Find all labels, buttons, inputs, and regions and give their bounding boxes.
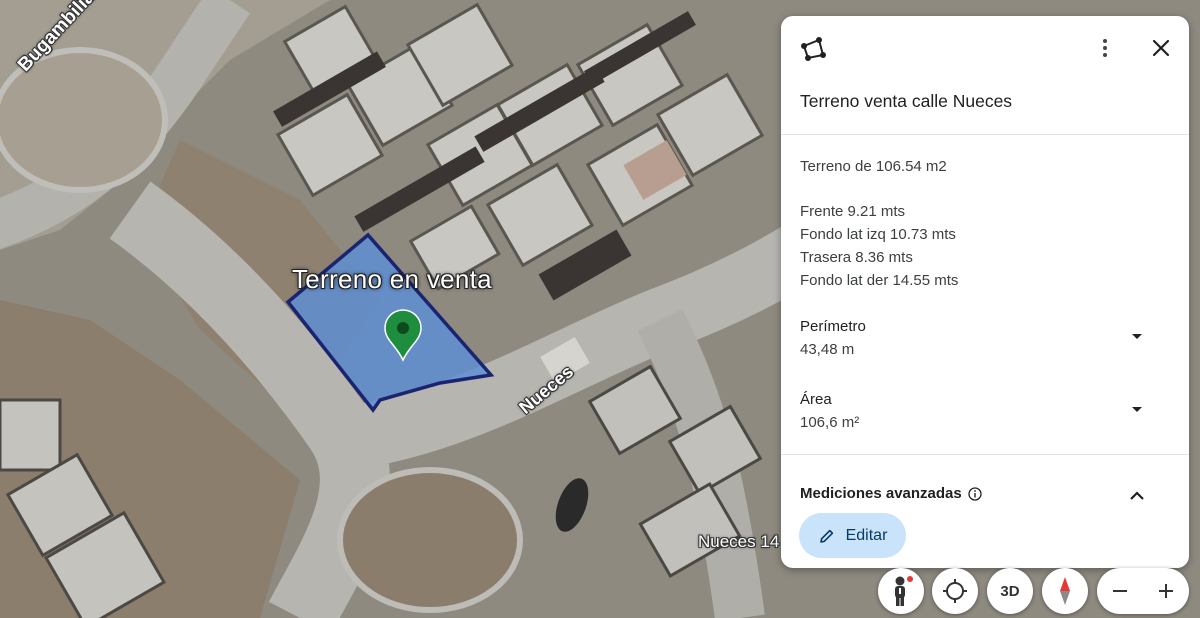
toggle-3d-button[interactable]: 3D	[987, 568, 1033, 614]
advanced-measurements-header[interactable]: Mediciones avanzadas	[800, 485, 982, 502]
zoom-in-button[interactable]	[1143, 568, 1189, 614]
description-line: Terreno de 106.54 m2	[800, 158, 947, 175]
pencil-icon	[819, 529, 833, 543]
my-location-button[interactable]	[932, 568, 978, 614]
feature-description: Terreno de 106.54 m2 Frente 9.21 mts Fon…	[800, 155, 958, 292]
perimeter-label: Perímetro	[800, 318, 866, 335]
zoom-controls	[1097, 568, 1189, 614]
perimeter-section: Perímetro 43,48 m	[800, 315, 866, 361]
chevron-down-icon[interactable]	[1127, 326, 1147, 346]
more-options-icon[interactable]	[1093, 34, 1117, 62]
close-icon[interactable]	[1147, 34, 1175, 62]
address-label-nueces-14: Nueces 14	[698, 532, 780, 551]
perimeter-value: 43,48 m	[800, 341, 855, 358]
description-line: Trasera 8.36 mts	[800, 249, 913, 266]
area-label: Área	[800, 391, 832, 408]
parcel-label: Terreno en venta	[292, 264, 492, 294]
divider	[781, 454, 1189, 455]
minus-icon	[1113, 590, 1127, 592]
street-view-pegman-button[interactable]	[878, 568, 924, 614]
pegman-icon	[895, 576, 913, 606]
compass-button[interactable]	[1042, 568, 1088, 614]
plus-icon	[1159, 584, 1173, 598]
advanced-measurements-label: Mediciones avanzadas	[800, 485, 962, 502]
crosshair-icon	[943, 579, 967, 603]
polygon-icon	[801, 37, 826, 61]
description-line: Fondo lat izq 10.73 mts	[800, 226, 956, 243]
area-value: 106,6 m²	[800, 414, 860, 431]
info-icon[interactable]	[968, 486, 982, 501]
chevron-down-icon[interactable]	[1127, 399, 1147, 419]
edit-button[interactable]: Editar	[799, 513, 906, 558]
feature-details-panel: Terreno venta calle Nueces Terreno de 10…	[781, 16, 1189, 568]
zoom-out-button[interactable]	[1097, 568, 1143, 614]
description-line: Fondo lat der 14.55 mts	[800, 272, 959, 289]
divider	[781, 134, 1189, 135]
chevron-up-icon[interactable]	[1127, 486, 1147, 506]
panel-header	[781, 16, 1189, 80]
area-section: Área 106,6 m²	[800, 388, 859, 434]
feature-title[interactable]: Terreno venta calle Nueces	[800, 91, 1012, 112]
edit-button-label: Editar	[845, 526, 888, 544]
compass-icon	[1060, 577, 1070, 605]
description-line: Frente 9.21 mts	[800, 203, 906, 220]
